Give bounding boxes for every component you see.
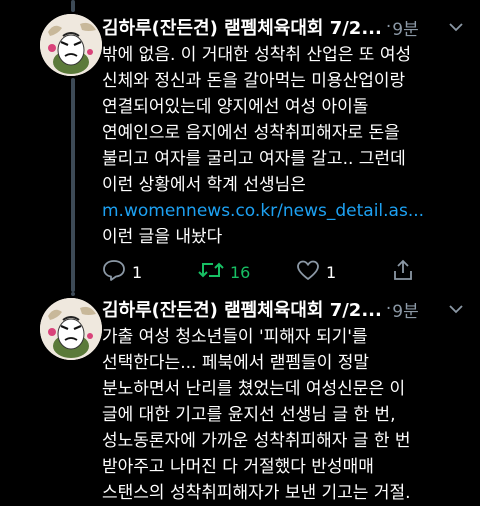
tweet-text: 가출 여성 청소년들이 '피해자 되기'를 선택한다는... 페북에서 랟펨들이…: [102, 324, 460, 506]
tweet-header: 김하루(잔든견) 랟펨체육대회 7/2... · 9분: [102, 14, 466, 40]
reply-button[interactable]: 1: [102, 258, 142, 286]
like-button[interactable]: 1: [296, 258, 336, 286]
separator-dot: ·: [385, 299, 392, 319]
avatar[interactable]: [40, 298, 102, 360]
tweet-text-line: 스탠스의 성착취피해자가 보낸 기고는 거절.: [102, 483, 411, 503]
tweet-text-line: 받아주고 나머진 다 거절했다 반성매매: [102, 457, 374, 477]
retweet-button[interactable]: 16: [198, 258, 250, 286]
chevron-down-icon[interactable]: [446, 17, 466, 37]
tweet-text-line: 신체와 정신과 돈을 갈아먹는 미용산업이랑: [102, 71, 406, 91]
timestamp[interactable]: 9분: [392, 297, 418, 322]
tweet-text-line: 이런 상황에서 학계 선생님은: [102, 175, 306, 195]
avatar[interactable]: [40, 14, 102, 76]
tweet-text-line: 글에 대한 기고를 윤지선 선생님 글 한 번,: [102, 405, 396, 425]
tweet-text-line: 불리고 여자를 굴리고 여자를 갈고.. 그런데: [102, 149, 406, 169]
article-link[interactable]: m.womennews.co.kr/news_detail.as...: [102, 198, 460, 224]
thread-line-bottom: [71, 78, 75, 292]
tweet-text-line: 연결되어있는데 양지에선 여성 아이돌: [102, 97, 369, 117]
tweet-header: 김하루(잔든견) 랟펨체육대회 7/2... · 9분: [102, 296, 466, 322]
share-button[interactable]: [392, 258, 414, 286]
tweet-text-line: 선택한다는... 페북에서 랟펨들이 정말: [102, 353, 370, 373]
retweet-count: 16: [230, 262, 251, 282]
tweet[interactable]: 김하루(잔든견) 랟펨체육대회 7/2... · 9분 가출 여성 청소년들이 …: [0, 292, 480, 504]
separator-dot: ·: [385, 17, 392, 37]
thread-line-top: [71, 0, 75, 12]
chevron-down-icon[interactable]: [446, 299, 466, 319]
heart-icon: [296, 259, 320, 285]
action-bar: 1 16 1: [102, 258, 422, 286]
like-count: 1: [326, 262, 337, 282]
tweet-text-line: 분노하면서 난리를 쳤었는데 여성신문은 이: [102, 379, 406, 399]
retweet-icon: [198, 260, 224, 284]
author-name[interactable]: 김하루(잔든견) 랟펨체육대회 7/2...: [102, 14, 382, 40]
tweet-text-line: 이런 글을 내놨다: [102, 227, 223, 247]
author-name[interactable]: 김하루(잔든견) 랟펨체육대회 7/2...: [102, 296, 382, 322]
tweet-text-line: 가출 여성 청소년들이 '피해자 되기'를: [102, 327, 368, 347]
thread-line-top: [71, 292, 75, 296]
tweet[interactable]: 김하루(잔든견) 랟펨체육대회 7/2... · 9분 밖에 없음. 이 거대한…: [0, 0, 480, 292]
tweet-text-line: 성노동론자에 가까운 성착취피해자 글 한 번: [102, 431, 411, 451]
timestamp[interactable]: 9분: [392, 15, 418, 40]
tweet-text: 밖에 없음. 이 거대한 성착취 산업은 또 여성 신체와 정신과 돈을 갈아먹…: [102, 42, 460, 250]
share-icon: [392, 259, 414, 285]
reply-count: 1: [132, 262, 143, 282]
tweet-text-line: 밖에 없음. 이 거대한 성착취 산업은 또 여성: [102, 45, 412, 65]
reply-icon: [102, 259, 126, 285]
tweet-text-line: 연예인으로 음지에선 성착취피해자로 돈을: [102, 123, 400, 143]
